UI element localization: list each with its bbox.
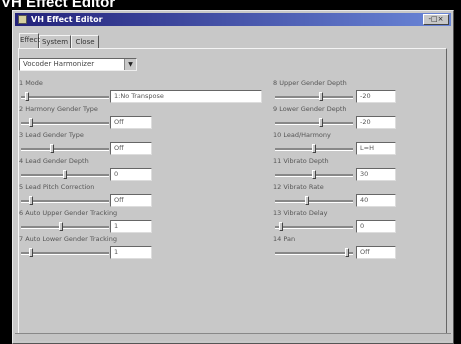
param-value-field[interactable]: 1:No Transpose — [110, 90, 262, 103]
param-value-field[interactable]: Off — [110, 116, 152, 129]
param-slider-track[interactable] — [21, 200, 109, 203]
window-title: VH Effect Editor — [31, 15, 103, 24]
page-caption: VH Effect Editor — [1, 0, 116, 11]
param-slider-track[interactable] — [21, 148, 109, 151]
param-slider-thumb[interactable] — [319, 118, 323, 127]
param-value-field[interactable]: L=H — [356, 142, 396, 155]
param-slider-thumb[interactable] — [279, 222, 283, 231]
param-value-field[interactable]: 1 — [110, 220, 152, 233]
param-slider-thumb[interactable] — [50, 144, 54, 153]
param-slider-thumb[interactable] — [29, 118, 33, 127]
param-slider-thumb[interactable] — [59, 222, 63, 231]
param-slider-thumb[interactable] — [312, 170, 316, 179]
param-value-field[interactable]: 0 — [356, 220, 396, 233]
param-slider-track[interactable] — [275, 96, 353, 99]
param-slider-track[interactable] — [275, 226, 353, 229]
param-value-field[interactable]: 40 — [356, 194, 396, 207]
tab-system[interactable]: System — [39, 35, 71, 48]
param-label: 11 Vibrato Depth — [273, 157, 329, 165]
param-slider-track[interactable] — [21, 122, 109, 125]
param-value-field[interactable]: 0 — [110, 168, 152, 181]
param-slider-thumb[interactable] — [63, 170, 67, 179]
tab-close[interactable]: Close — [71, 35, 99, 48]
param-label: 6 Auto Upper Gender Tracking — [19, 209, 118, 217]
param-slider-thumb[interactable] — [319, 92, 323, 101]
param-slider-thumb[interactable] — [25, 92, 29, 101]
status-bar — [15, 333, 451, 341]
param-label: 2 Harmony Gender Type — [19, 105, 98, 113]
chevron-down-icon[interactable]: ▼ — [124, 59, 136, 70]
param-slider-thumb[interactable] — [345, 248, 349, 257]
param-slider-track[interactable] — [275, 200, 353, 203]
param-value-field[interactable]: -20 — [356, 90, 396, 103]
param-label: 4 Lead Gender Depth — [19, 157, 89, 165]
effect-type-value: Vocoder Harmonizer — [23, 60, 95, 68]
param-label: 7 Auto Lower Gender Tracking — [19, 235, 117, 243]
param-slider-track[interactable] — [21, 226, 109, 229]
param-label: 5 Lead Pitch Correction — [19, 183, 95, 191]
param-slider-thumb[interactable] — [305, 196, 309, 205]
param-label: 9 Lower Gender Depth — [273, 105, 347, 113]
param-value-field[interactable]: 30 — [356, 168, 396, 181]
param-slider-track[interactable] — [275, 252, 353, 255]
param-slider-track[interactable] — [275, 122, 353, 125]
tab-effect[interactable]: Effect — [19, 33, 40, 48]
param-label: 3 Lead Gender Type — [19, 131, 84, 139]
param-slider-track[interactable] — [21, 252, 109, 255]
param-label: 12 Vibrato Rate — [273, 183, 324, 191]
param-label: 10 Lead/Harmony — [273, 131, 331, 139]
window-controls[interactable]: -□× — [423, 14, 449, 25]
param-slider-track[interactable] — [21, 96, 109, 99]
param-slider-thumb[interactable] — [312, 144, 316, 153]
param-label: 13 Vibrato Delay — [273, 209, 328, 217]
param-slider-thumb[interactable] — [29, 248, 33, 257]
title-bar[interactable]: VH Effect Editor -□× — [15, 13, 451, 26]
param-value-field[interactable]: Off — [110, 194, 152, 207]
app-icon — [18, 15, 27, 24]
param-value-field[interactable]: Off — [356, 246, 396, 259]
param-value-field[interactable]: 1 — [110, 246, 152, 259]
effect-editor-window: VH Effect Editor -□× Effect System Close… — [12, 10, 454, 344]
param-slider-thumb[interactable] — [29, 196, 33, 205]
param-label: 1 Mode — [19, 79, 43, 87]
param-value-field[interactable]: Off — [110, 142, 152, 155]
effect-type-select[interactable]: Vocoder Harmonizer ▼ — [19, 58, 137, 71]
param-label: 14 Pan — [273, 235, 296, 243]
param-value-field[interactable]: -20 — [356, 116, 396, 129]
param-label: 8 Upper Gender Depth — [273, 79, 347, 87]
